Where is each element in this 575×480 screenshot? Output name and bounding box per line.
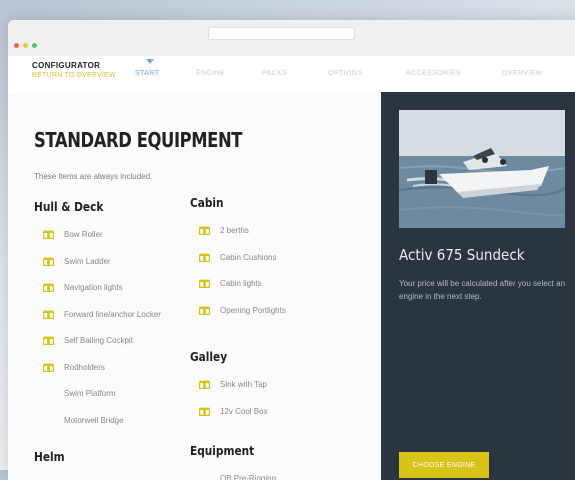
box-icon	[42, 257, 54, 266]
boat-photo	[399, 110, 565, 228]
step-tab-options[interactable]: OPTIONS	[328, 70, 362, 77]
equipment-item-label: Swim Ladder	[64, 256, 111, 266]
window-controls	[14, 43, 37, 48]
box-icon	[42, 230, 54, 239]
equipment-item-label: Sink with Tap	[220, 380, 267, 389]
section-heading-equipment: Equipment	[190, 444, 255, 458]
box-icon	[198, 380, 210, 389]
equipment-item-label: Navigation lights	[64, 283, 123, 292]
equipment-item: Opening Portlights	[198, 306, 286, 315]
equipment-item-label: 12v Cool Box	[220, 406, 268, 416]
equipment-item: 2 berths	[198, 226, 249, 235]
equipment-item: Cabin lights	[198, 279, 262, 288]
page-title: STANDARD EQUIPMENT	[34, 128, 243, 152]
box-icon	[42, 363, 54, 372]
configurator-navbar: CONFIGURATOR RETURN TO OVERVIEW START EN…	[8, 56, 575, 93]
maximize-window-dot[interactable]	[32, 43, 37, 48]
equipment-item-label: Forward line/anchor Locker	[64, 309, 161, 319]
section-heading-galley: Galley	[190, 350, 228, 364]
price-note: Your price will be calculated after you …	[399, 279, 566, 301]
equipment-item-label: Cabin lights	[220, 279, 262, 288]
standard-equipment-content: STANDARD EQUIPMENT These items are alway…	[8, 92, 381, 480]
box-icon	[198, 279, 210, 288]
equipment-item-label: 2 berths	[220, 226, 249, 235]
equipment-item: OB Pre-Rigging	[198, 474, 276, 480]
equipment-item-label: Rodholders	[64, 362, 105, 372]
browser-titlebar	[8, 20, 575, 56]
section-heading-cabin: Cabin	[190, 196, 224, 210]
choose-engine-button[interactable]: CHOOSE ENGINE	[399, 452, 489, 478]
step-tab-accessories[interactable]: ACCESSORIES	[406, 70, 461, 77]
equipment-item: Rodholders	[42, 363, 105, 372]
boat-summary-panel: Activ 675 Sundeck Your price will be cal…	[381, 92, 575, 480]
equipment-item: Motorwell Bridge	[42, 416, 124, 425]
browser-window: CONFIGURATOR RETURN TO OVERVIEW START EN…	[8, 20, 575, 480]
equipment-item: Bow Roller	[42, 230, 103, 239]
equipment-item: 12v Cool Box	[198, 407, 268, 416]
equipment-item-label: Swim Platform	[64, 389, 116, 398]
equipment-item: Sink with Tap	[198, 380, 267, 389]
step-tab-start[interactable]: START	[135, 70, 159, 77]
active-step-marker-icon	[146, 59, 154, 64]
equipment-item: Swim Ladder	[42, 257, 111, 266]
step-tab-engine[interactable]: ENGINE	[196, 70, 225, 77]
equipment-item-label: Motorwell Bridge	[64, 415, 124, 425]
box-icon	[42, 283, 54, 292]
box-icon	[42, 310, 54, 319]
equipment-item-label: Bow Roller	[64, 230, 103, 239]
box-icon	[198, 253, 210, 262]
boat-photo-illustration	[399, 110, 565, 228]
equipment-item: Self Bailing Cockpit	[42, 336, 133, 345]
box-icon	[198, 306, 210, 315]
equipment-item: Navigation lights	[42, 283, 123, 292]
equipment-item: Forward line/anchor Locker	[42, 310, 161, 319]
equipment-item-label: Self Bailing Cockpit	[64, 336, 133, 345]
return-to-overview-link[interactable]: RETURN TO OVERVIEW	[32, 72, 116, 79]
box-icon	[198, 226, 210, 235]
box-icon	[198, 407, 210, 416]
section-heading-hull-deck: Hull & Deck	[34, 200, 104, 214]
step-tab-overview[interactable]: OVERVIEW	[502, 70, 543, 77]
equipment-item-label: OB Pre-Rigging	[220, 474, 277, 480]
section-heading-helm: Helm	[34, 450, 65, 464]
box-icon	[42, 336, 54, 345]
boat-name: Activ 675 Sundeck	[399, 246, 525, 264]
brand-block: CONFIGURATOR RETURN TO OVERVIEW	[32, 61, 116, 80]
address-bar[interactable]	[208, 27, 355, 40]
equipment-item-label: Opening Portlights	[220, 305, 286, 315]
configurator-title: CONFIGURATOR	[32, 61, 101, 70]
step-tab-packs[interactable]: PACKS	[262, 70, 287, 77]
equipment-item: Cabin Cushions	[198, 253, 276, 262]
page-subtitle: These items are always included.	[34, 172, 153, 181]
equipment-item: Swim Platform	[42, 389, 116, 398]
minimize-window-dot[interactable]	[23, 43, 28, 48]
equipment-item-label: Cabin Cushions	[220, 252, 277, 262]
close-window-dot[interactable]	[14, 43, 19, 48]
